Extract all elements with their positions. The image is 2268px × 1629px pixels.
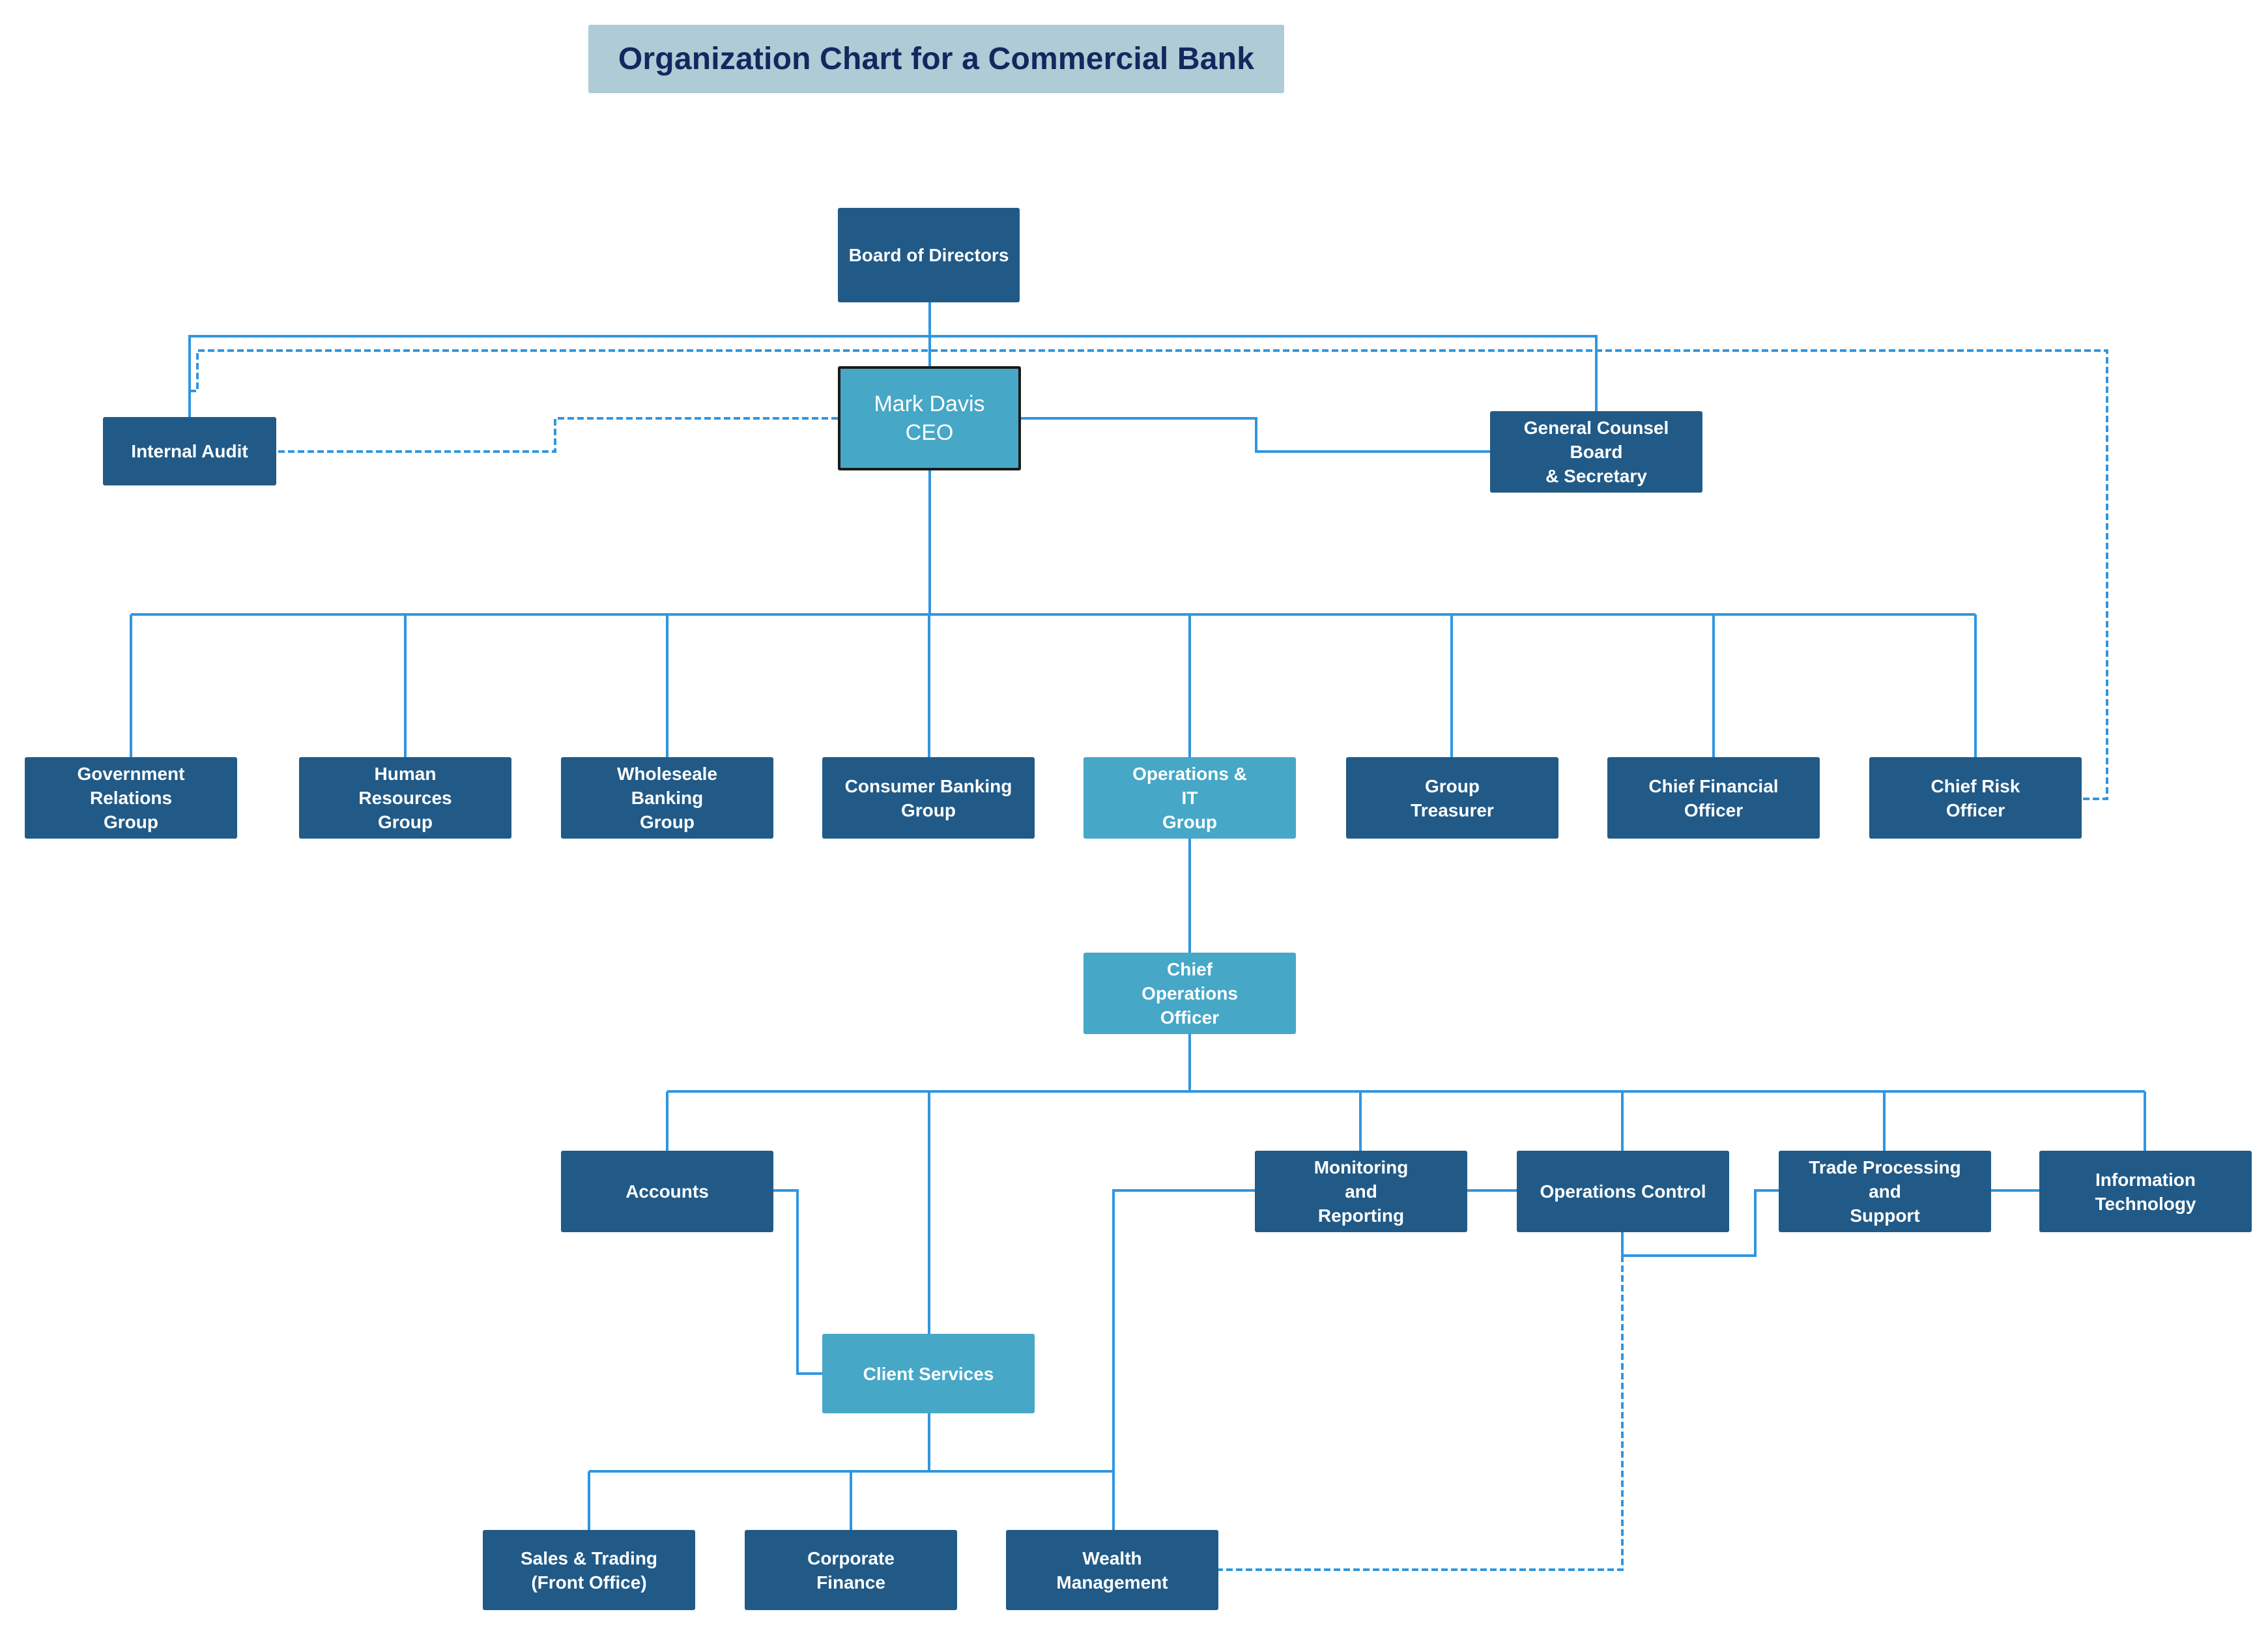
node-ceo[interactable]: Mark Davis CEO xyxy=(838,366,1021,470)
node-label: Chief Risk Officer xyxy=(1931,775,2020,820)
node-human-resources[interactable]: Human Resources Group xyxy=(299,757,511,839)
node-label: Monitoring and Reporting xyxy=(1313,1157,1409,1226)
connector-ceo-internal-audit-dashed xyxy=(276,417,838,453)
node-label: Wholeseale Banking Group xyxy=(616,764,718,832)
node-general-counsel[interactable]: General Counsel Board & Secretary xyxy=(1490,411,1702,493)
connector-board-internal-audit xyxy=(188,335,930,417)
node-consumer-banking[interactable]: Consumer Banking Group xyxy=(822,757,1035,839)
node-label: Operations Control xyxy=(1540,1181,1706,1202)
connector-accounts-client-services xyxy=(773,1189,822,1375)
node-government-relations[interactable]: Government Relations Group xyxy=(25,757,237,839)
node-client-services[interactable]: Client Services xyxy=(822,1334,1035,1413)
connector-monitoring-wealth xyxy=(1112,1189,1256,1530)
node-cro[interactable]: Chief Risk Officer xyxy=(1869,757,2082,839)
node-label: Chief Operations Officer xyxy=(1141,959,1238,1028)
node-label: Information Technology xyxy=(2095,1169,2196,1214)
node-internal-audit[interactable]: Internal Audit xyxy=(103,417,276,485)
node-sales-trading[interactable]: Sales & Trading (Front Office) xyxy=(483,1530,695,1610)
node-label: Wealth Management xyxy=(1056,1548,1168,1593)
node-group-treasurer[interactable]: Group Treasurer xyxy=(1346,757,1558,839)
node-monitoring-reporting[interactable]: Monitoring and Reporting xyxy=(1255,1151,1467,1232)
node-label: Human Resources Group xyxy=(358,764,452,832)
node-trade-processing[interactable]: Trade Processing and Support xyxy=(1779,1151,1991,1232)
node-label: Accounts xyxy=(625,1181,709,1202)
connector-operations-control-wealth-dashed xyxy=(1217,1256,1624,1571)
node-label: General Counsel Board & Secretary xyxy=(1523,418,1669,486)
node-label: Client Services xyxy=(863,1363,994,1384)
node-label: Mark Davis CEO xyxy=(874,392,985,445)
node-coo[interactable]: Chief Operations Officer xyxy=(1084,953,1296,1034)
connector-board-general-counsel xyxy=(930,335,1598,411)
node-label: Trade Processing and Support xyxy=(1809,1157,1961,1226)
node-label: Sales & Trading (Front Office) xyxy=(520,1548,658,1593)
node-label: Chief Financial Officer xyxy=(1648,775,1779,820)
node-label: Internal Audit xyxy=(131,441,248,461)
node-accounts[interactable]: Accounts xyxy=(561,1151,773,1232)
connector-ceo-general-counsel xyxy=(1021,417,1490,453)
node-cfo[interactable]: Chief Financial Officer xyxy=(1607,757,1820,839)
node-label: Consumer Banking Group xyxy=(844,775,1012,820)
org-chart-canvas: Organization Chart for a Commercial Bank… xyxy=(0,0,2268,1629)
node-label: Operations & IT Group xyxy=(1132,764,1247,832)
node-wholesale-banking[interactable]: Wholeseale Banking Group xyxy=(561,757,773,839)
node-operations-it[interactable]: Operations & IT Group xyxy=(1084,757,1296,839)
node-information-technology[interactable]: Information Technology xyxy=(2039,1151,2252,1232)
chart-title-banner: Organization Chart for a Commercial Bank xyxy=(588,25,1284,93)
node-label: Corporate Finance xyxy=(807,1548,895,1593)
node-label: Group Treasurer xyxy=(1411,775,1494,820)
node-wealth-management[interactable]: Wealth Management xyxy=(1006,1530,1218,1610)
node-board-of-directors[interactable]: Board of Directors xyxy=(838,208,1020,302)
node-operations-control[interactable]: Operations Control xyxy=(1517,1151,1729,1232)
node-label: Government Relations Group xyxy=(77,764,185,832)
chart-title: Organization Chart for a Commercial Bank xyxy=(618,42,1255,76)
node-label: Board of Directors xyxy=(848,245,1009,265)
node-corporate-finance[interactable]: Corporate Finance xyxy=(745,1530,957,1610)
